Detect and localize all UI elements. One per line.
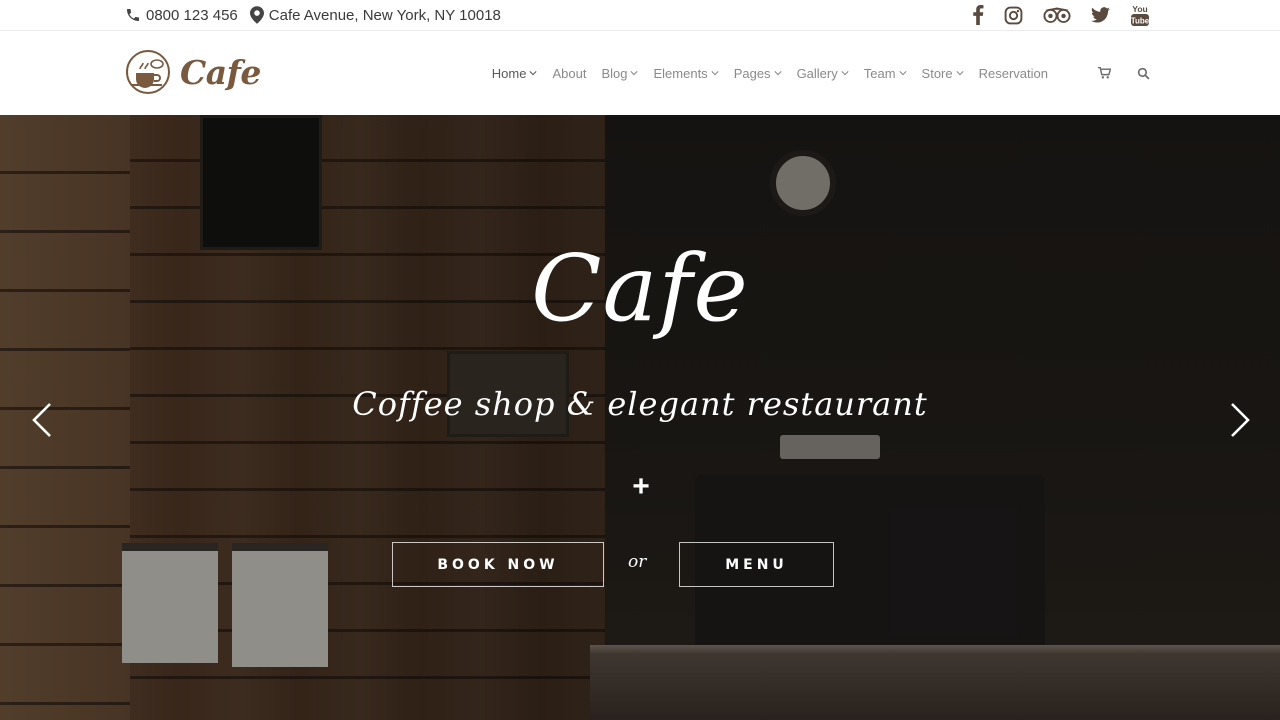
chevron-down-icon — [529, 71, 538, 76]
map-pin-icon — [249, 6, 264, 24]
contact-info: 0800 123 456 Cafe Avenue, New York, NY 1… — [125, 0, 513, 30]
nav-item-reservation[interactable]: Reservation — [979, 66, 1048, 81]
book-now-button[interactable]: BOOK NOW — [392, 542, 604, 587]
phone-number: 0800 123 456 — [146, 6, 238, 24]
tripadvisor-icon[interactable] — [1043, 4, 1071, 26]
header-tools — [1072, 67, 1150, 80]
chevron-down-icon — [898, 71, 907, 76]
phone-item[interactable]: 0800 123 456 — [125, 7, 238, 24]
nav-item-gallery[interactable]: Gallery — [797, 66, 849, 81]
nav-item-label: Home — [491, 65, 527, 81]
nav-item-pages[interactable]: Pages — [734, 66, 782, 81]
instagram-icon[interactable] — [1004, 4, 1023, 26]
chevron-down-icon — [630, 71, 639, 76]
youtube-icon[interactable]: You Tube — [1130, 4, 1150, 26]
nav-item-team[interactable]: Team — [864, 66, 907, 81]
address-text: Cafe Avenue, New York, NY 10018 — [268, 6, 501, 24]
search-icon[interactable] — [1137, 67, 1150, 80]
address-item[interactable]: Cafe Avenue, New York, NY 10018 — [249, 6, 501, 24]
hero-plus-divider: + — [632, 470, 650, 503]
nav-item-label: About — [552, 65, 587, 81]
nav-item-label: Gallery — [796, 65, 838, 81]
hero-subtitle: Coffee shop & elegant restaurant — [352, 385, 928, 423]
nav-item-label: Reservation — [978, 65, 1048, 81]
nav-item-label: Blog — [601, 65, 628, 81]
main-nav: Home About Blog Elements Pages Gallery T… — [477, 31, 1150, 115]
nav-item-blog[interactable]: Blog — [601, 65, 639, 81]
nav-item-label: Store — [921, 65, 953, 81]
logo-text: Cafe — [180, 52, 261, 92]
twitter-icon[interactable] — [1091, 4, 1110, 26]
nav-item-label: Pages — [733, 65, 771, 81]
or-separator: or — [628, 552, 647, 572]
cart-icon[interactable] — [1098, 67, 1111, 79]
nav-item-elements[interactable]: Elements — [653, 65, 719, 81]
site-logo[interactable]: Cafe — [124, 49, 261, 95]
menu-button[interactable]: MENU — [679, 542, 834, 587]
svg-text:Tube: Tube — [1131, 17, 1150, 26]
chevron-down-icon — [841, 71, 849, 76]
top-bar: 0800 123 456 Cafe Avenue, New York, NY 1… — [0, 0, 1280, 31]
nav-item-about[interactable]: About — [552, 66, 586, 81]
coffee-logo-icon — [126, 50, 170, 94]
svg-text:You: You — [1132, 4, 1147, 14]
nav-item-store[interactable]: Store — [922, 66, 964, 81]
facebook-icon[interactable] — [972, 4, 984, 26]
chevron-down-icon — [711, 71, 719, 76]
hero-title: Cafe — [531, 235, 749, 342]
chevron-down-icon — [956, 71, 964, 76]
nav-item-label: Elements — [653, 65, 708, 81]
nav-item-label: Team — [863, 65, 896, 81]
social-links: You Tube — [952, 0, 1150, 30]
nav-item-home[interactable]: Home — [492, 66, 538, 81]
site-header: Cafe Home About Blog Elements Pages Gall… — [0, 31, 1280, 115]
chevron-down-icon — [773, 71, 782, 76]
hero-slider: Cafe Coffee shop & elegant restaurant + … — [0, 115, 1280, 720]
phone-icon — [127, 9, 139, 21]
